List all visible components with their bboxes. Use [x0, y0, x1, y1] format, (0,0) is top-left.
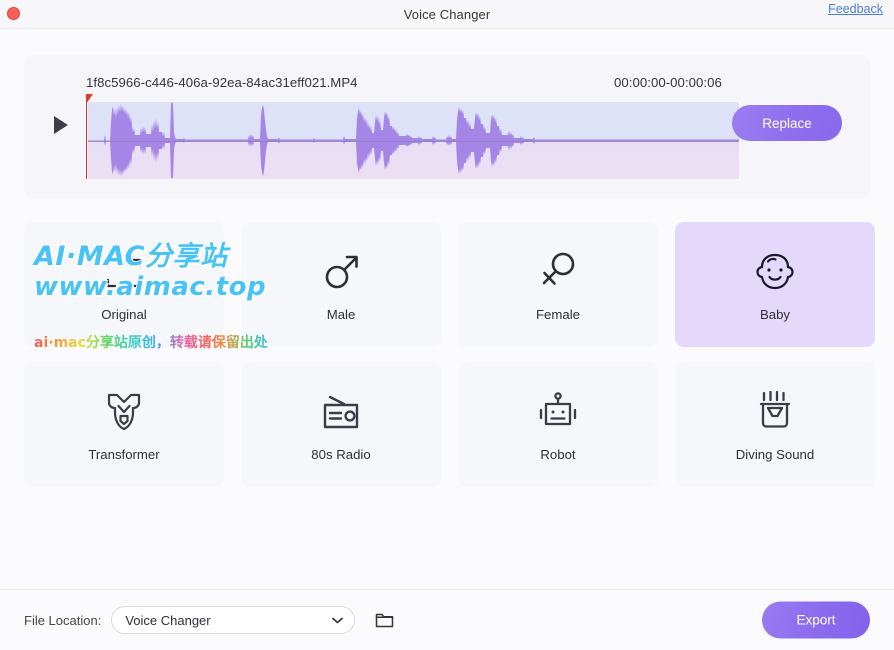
audio-time-range: 00:00:00-00:00:06	[614, 75, 722, 90]
robot-icon	[538, 387, 578, 431]
effect-label-original: Original	[101, 307, 147, 322]
effect-card-baby[interactable]: Baby	[675, 222, 875, 347]
effect-label-diving-sound: Diving Sound	[735, 447, 815, 462]
close-icon[interactable]	[7, 7, 20, 20]
export-button[interactable]: Export	[762, 601, 870, 639]
folder-icon[interactable]	[373, 609, 395, 631]
audio-panel: 1f8c5966-c446-406a-92ea-84ac31eff021.MP4…	[24, 55, 870, 198]
effect-card-diving-sound[interactable]: Diving Sound	[675, 362, 875, 487]
waveform[interactable]	[86, 94, 739, 179]
effect-label-male: Male	[326, 307, 356, 322]
replace-button[interactable]: Replace	[732, 105, 842, 141]
baby-face-icon	[754, 247, 796, 291]
footer-bar: File Location: Voice Changer Export	[0, 589, 894, 650]
title-bar: Voice Changer Feedback	[0, 0, 894, 29]
effect-card-female[interactable]: Female	[458, 222, 658, 347]
feedback-link[interactable]: Feedback	[828, 2, 883, 16]
effect-card-robot[interactable]: Robot	[458, 362, 658, 487]
effect-card-original[interactable]: Original	[24, 222, 224, 347]
playhead-marker[interactable]	[86, 94, 93, 179]
effect-card-male[interactable]: Male	[241, 222, 441, 347]
diving-icon	[755, 387, 795, 431]
file-location-select[interactable]: Voice Changer	[111, 606, 356, 634]
play-icon[interactable]	[48, 112, 74, 138]
radio-icon	[320, 387, 362, 431]
effect-label-female: Female	[536, 307, 580, 322]
file-location-value[interactable]: Voice Changer	[111, 606, 356, 634]
voice-effect-grid: Original Male Female Baby Transformer 80…	[24, 222, 875, 487]
transformer-icon	[104, 387, 144, 431]
effect-card-80s-radio[interactable]: 80s Radio	[241, 362, 441, 487]
frame-crop-icon	[104, 247, 144, 291]
effect-label-baby: Baby	[759, 307, 791, 322]
effect-label-80s-radio: 80s Radio	[311, 447, 371, 462]
venus-icon	[539, 247, 577, 291]
effect-card-transformer[interactable]: Transformer	[24, 362, 224, 487]
file-location-label: File Location:	[24, 612, 102, 628]
main-content: 1f8c5966-c446-406a-92ea-84ac31eff021.MP4…	[0, 29, 894, 589]
audio-file-name: 1f8c5966-c446-406a-92ea-84ac31eff021.MP4	[86, 75, 358, 90]
voice-changer-window: Voice Changer Feedback 1f8c5966-c446-406…	[0, 0, 894, 650]
mars-icon	[322, 247, 360, 291]
waveform-center-line	[88, 140, 739, 142]
page-title: Voice Changer	[403, 6, 491, 22]
effect-label-robot: Robot	[540, 447, 576, 462]
effect-label-transformer: Transformer	[88, 447, 160, 462]
